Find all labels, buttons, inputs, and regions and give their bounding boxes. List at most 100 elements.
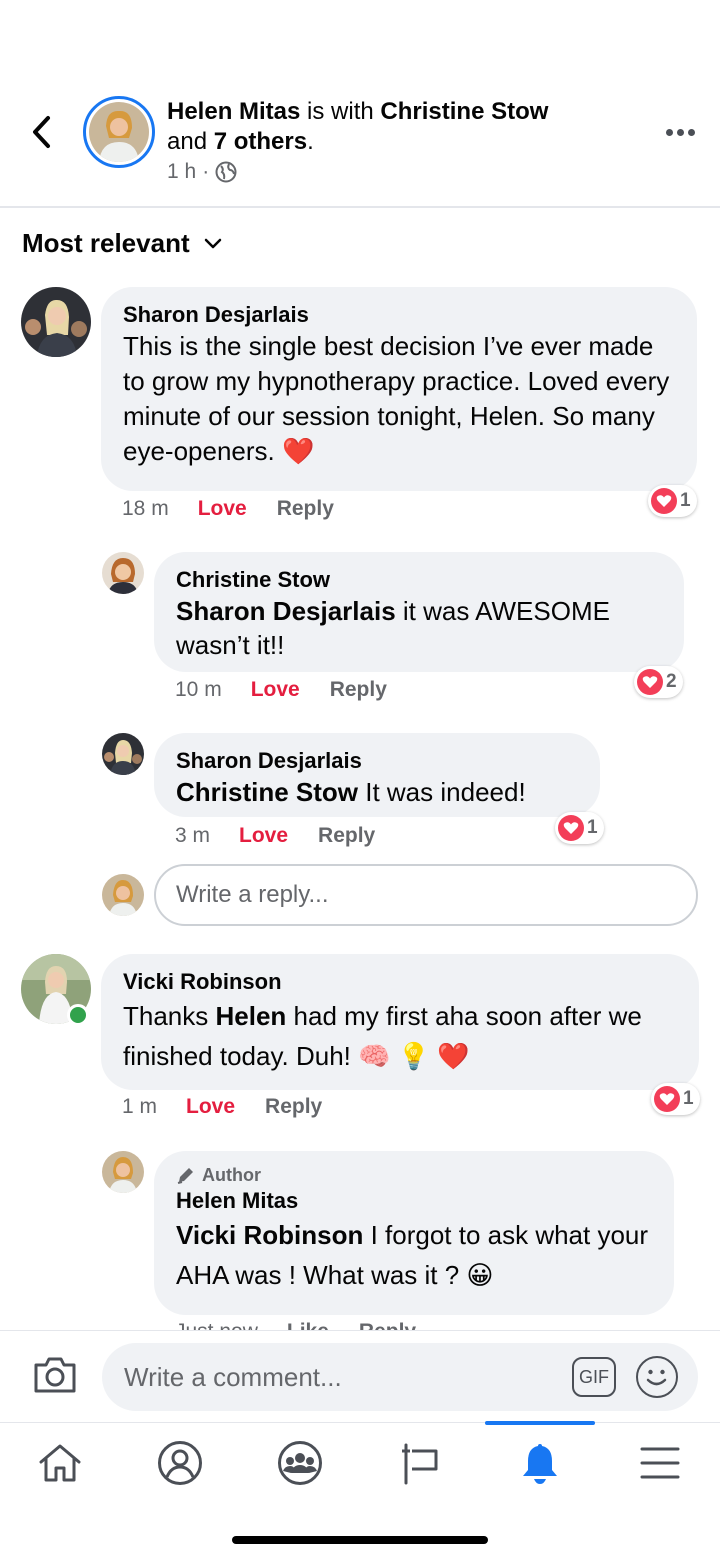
comment-bubble: Author Helen Mitas Vicki Robinson I forg… (154, 1151, 674, 1315)
reaction-count[interactable]: 1 (555, 812, 604, 844)
heart-reaction-icon (637, 669, 663, 695)
flag-icon (402, 1443, 438, 1485)
home-indicator (232, 1536, 488, 1544)
comment-bubble: Vicki Robinson Thanks Helen had my first… (101, 954, 699, 1090)
post-title: Helen Mitas is with Christine Stow and 7… (167, 97, 637, 157)
reply-button[interactable]: Reply (277, 497, 334, 521)
tab-home[interactable] (5, 1423, 115, 1503)
poster-avatar[interactable] (83, 96, 155, 168)
heart-reaction-icon (654, 1086, 680, 1112)
reaction-number: 1 (683, 1088, 694, 1109)
comment-time: 1 m (122, 1095, 158, 1118)
others-link[interactable]: 7 others (214, 128, 307, 155)
heart-reaction-icon (558, 815, 584, 841)
comment-composer: Write a comment... GIF (0, 1330, 720, 1422)
reaction-count[interactable]: 1 (648, 485, 697, 517)
tagged-name[interactable]: Christine Stow (380, 98, 548, 125)
smiley-icon (646, 1369, 667, 1386)
comment-author[interactable]: Sharon Desjarlais (176, 747, 578, 775)
reply-button[interactable]: Reply (265, 1095, 322, 1119)
tab-menu[interactable] (605, 1423, 715, 1503)
meta-dot: · (202, 160, 210, 183)
dot-icon (687, 128, 695, 136)
avatar[interactable] (102, 733, 144, 775)
comment-time: 10 m (175, 678, 222, 701)
reply-placeholder: Write a reply... (176, 881, 329, 908)
avatar[interactable] (102, 552, 144, 594)
comment-text: Vicki Robinson I forgot to ask what your… (176, 1215, 652, 1295)
emoji-button[interactable] (636, 1356, 678, 1398)
bell-icon (523, 1444, 557, 1484)
reaction-number: 1 (587, 817, 598, 838)
pencil-icon (177, 1168, 193, 1184)
comment-actions: 10 m Love Reply (175, 678, 387, 702)
love-button[interactable]: Love (186, 1095, 235, 1119)
profile-icon (158, 1441, 202, 1485)
comment-body: It was indeed! (358, 777, 526, 807)
camera-button[interactable] (32, 1355, 80, 1397)
reply-input[interactable]: Write a reply... (154, 864, 698, 926)
avatar[interactable] (21, 287, 91, 357)
comment-author[interactable]: Sharon Desjarlais (123, 301, 675, 329)
sort-label: Most relevant (22, 228, 190, 258)
comment-body-start: Thanks (123, 1001, 216, 1031)
comment-author[interactable]: Vicki Robinson (123, 968, 677, 996)
comment-time: 3 m (175, 824, 211, 847)
more-options-button[interactable] (660, 118, 700, 146)
title-period: . (307, 128, 314, 155)
avatar (89, 102, 149, 162)
comment-text: Thanks Helen had my first aha soon after… (123, 996, 677, 1076)
mention-link[interactable]: Sharon Desjarlais (176, 596, 396, 626)
avatar (102, 874, 144, 916)
author-badge-label: Author (202, 1165, 261, 1185)
reaction-count[interactable]: 1 (651, 1083, 700, 1115)
love-button[interactable]: Love (198, 497, 247, 521)
chevron-down-icon (204, 238, 221, 248)
gif-button[interactable]: GIF (572, 1357, 616, 1397)
comment-text: This is the single best decision I’ve ev… (123, 331, 670, 466)
and-text: and (167, 128, 208, 155)
mention-link[interactable]: Helen (216, 1001, 287, 1031)
comment-actions: 18 m Love Reply (122, 497, 334, 521)
author-badge: Author (176, 1163, 652, 1187)
sort-dropdown[interactable]: Most relevant (22, 228, 222, 259)
comment-time: 18 m (122, 497, 169, 520)
bottom-tab-bar (0, 1421, 720, 1503)
reaction-number: 2 (666, 671, 677, 692)
comment-actions: 3 m Love Reply (175, 824, 375, 848)
mention-link[interactable]: Vicki Robinson (176, 1220, 363, 1250)
comment-author[interactable]: Helen Mitas (176, 1187, 652, 1215)
comment-bubble: Sharon Desjarlais This is the single bes… (101, 287, 697, 491)
tab-profile[interactable] (125, 1423, 235, 1503)
menu-icon (640, 1447, 680, 1479)
mention-link[interactable]: Christine Stow (176, 777, 358, 807)
love-button[interactable]: Love (239, 824, 288, 848)
home-icon (39, 1444, 81, 1482)
comment-text: Sharon Desjarlais it was AWESOME wasn’t … (176, 594, 662, 662)
globe-icon (215, 161, 237, 183)
heart-reaction-icon (651, 488, 677, 514)
dot-icon (676, 128, 684, 136)
tab-notifications[interactable] (485, 1421, 595, 1503)
comment-bubble: Sharon Desjarlais Christine Stow It was … (154, 733, 600, 817)
reply-button[interactable]: Reply (330, 678, 387, 702)
camera-icon (34, 1357, 76, 1393)
reply-button[interactable]: Reply (318, 824, 375, 848)
reaction-count[interactable]: 2 (634, 666, 683, 698)
dot-icon (665, 128, 673, 136)
comment-actions: 1 m Love Reply (122, 1095, 322, 1119)
love-button[interactable]: Love (251, 678, 300, 702)
tab-pages[interactable] (365, 1423, 475, 1503)
back-button[interactable] (24, 112, 58, 152)
comment-author[interactable]: Christine Stow (176, 566, 662, 594)
post-time: 1 h (167, 160, 197, 183)
groups-icon (278, 1441, 322, 1485)
tab-groups[interactable] (245, 1423, 355, 1503)
comment-bubble: Christine Stow Sharon Desjarlais it was … (154, 552, 684, 672)
chevron-left-icon (33, 116, 50, 148)
post-meta: 1 h · (167, 160, 237, 184)
poster-name[interactable]: Helen Mitas (167, 98, 300, 125)
comment-text: Christine Stow It was indeed! (176, 775, 578, 809)
with-text: is with (307, 98, 374, 125)
avatar[interactable] (102, 1151, 144, 1193)
